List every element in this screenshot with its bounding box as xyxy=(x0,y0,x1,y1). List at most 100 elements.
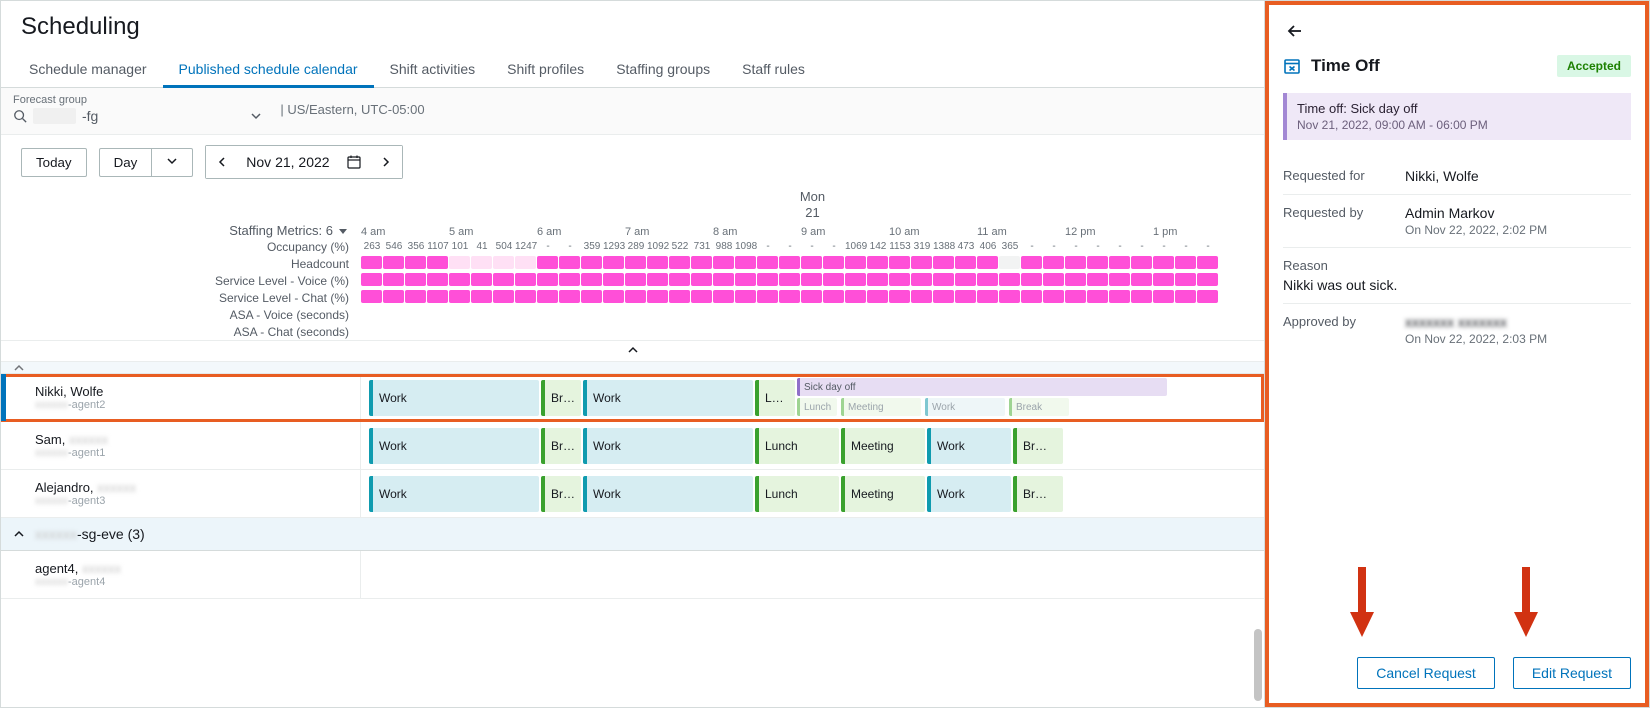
shift-work[interactable]: Work xyxy=(583,428,753,464)
tabs: Schedule manager Published schedule cale… xyxy=(1,49,1264,88)
agent-track[interactable]: Work Br… Work Lunch Meeting Work Br… xyxy=(361,422,1264,469)
agent-track[interactable] xyxy=(361,551,1264,598)
agent-row-sam[interactable]: Sam, xxxxxx xxxxxx-agent1 Work Br… Work … xyxy=(1,422,1264,470)
shift-work[interactable]: Work xyxy=(927,428,1011,464)
today-button[interactable]: Today xyxy=(21,148,87,177)
tab-staffing-groups[interactable]: Staffing groups xyxy=(600,49,726,87)
tab-shift-activities[interactable]: Shift activities xyxy=(374,49,492,87)
collapse-metrics[interactable] xyxy=(1,340,1264,362)
agent-track[interactable]: Work Br… Work Lunch Meeting Work Br… xyxy=(361,470,1264,517)
page-title: Scheduling xyxy=(21,13,1244,41)
timezone-text: | US/Eastern, UTC-05:00 xyxy=(280,102,424,117)
approved-by-meta: On Nov 22, 2022, 2:03 PM xyxy=(1405,332,1631,346)
requested-by-label: Requested by xyxy=(1283,205,1393,237)
shift-lunch[interactable]: Lunch xyxy=(755,476,839,512)
shift-lunch[interactable]: L… xyxy=(755,380,795,416)
overlay-break: Break xyxy=(1009,398,1069,416)
shift-work[interactable]: Work xyxy=(583,476,753,512)
approved-by-label: Approved by xyxy=(1283,314,1393,346)
view-select[interactable]: Day xyxy=(99,148,153,177)
agent-row-nikki[interactable]: Nikki, Wolfe xxxxxx-agent2 Work Br… Work… xyxy=(1,374,1264,422)
requested-by-meta: On Nov 22, 2022, 2:02 PM xyxy=(1405,223,1631,237)
agent-login: xxxxxx-agent2 xyxy=(35,399,348,411)
agent-row-agent4[interactable]: agent4, xxxxxx xxxxxx-agent4 xyxy=(1,551,1264,599)
requested-by-value: Admin Markov xyxy=(1405,205,1631,221)
shift-work[interactable]: Work xyxy=(369,476,539,512)
view-select-caret[interactable] xyxy=(152,148,193,177)
tab-staff-rules[interactable]: Staff rules xyxy=(726,49,821,87)
tab-published-calendar[interactable]: Published schedule calendar xyxy=(163,49,374,87)
shift-meeting[interactable]: Meeting xyxy=(841,476,925,512)
reason-label: Reason xyxy=(1283,258,1631,273)
calendar-icon xyxy=(346,154,362,170)
shift-break[interactable]: Br… xyxy=(1013,428,1063,464)
arrow-left-icon xyxy=(1285,21,1305,41)
sl-voice-heatmap xyxy=(361,273,1264,288)
agent-name: Sam, xxxxxx xyxy=(35,432,348,447)
shift-work[interactable]: Work xyxy=(583,380,753,416)
chevron-left-icon xyxy=(216,156,228,168)
staffing-group-row[interactable] xyxy=(1,362,1264,374)
agent-login: xxxxxx-agent3 xyxy=(35,495,348,507)
occupancy-values: 2635463561107101415041247--3591293289109… xyxy=(361,241,1264,252)
metric-asa-voice: ASA - Voice (seconds) xyxy=(1,308,361,322)
agent-track[interactable]: Work Br… Work L… Sick day off Lunch Meet… xyxy=(361,374,1264,421)
time-axis: 4 am5 am6 am7 am8 am9 am10 am11 am12 pm1… xyxy=(361,220,1264,238)
metric-sl-chat: Service Level - Chat (%) xyxy=(1,291,361,305)
metric-headcount: Headcount xyxy=(1,257,361,271)
agent-row-alejandro[interactable]: Alejandro, xxxxxx xxxxxx-agent3 Work Br…… xyxy=(1,470,1264,518)
forecast-group-select[interactable]: xxxxx-fg xyxy=(13,108,262,124)
tab-schedule-manager[interactable]: Schedule manager xyxy=(13,49,163,87)
caret-down-icon xyxy=(337,225,349,237)
chevron-down-icon xyxy=(166,155,178,167)
cancel-request-button[interactable]: Cancel Request xyxy=(1357,657,1495,689)
reason-value: Nikki was out sick. xyxy=(1283,277,1631,293)
date-picker[interactable]: Nov 21, 2022 xyxy=(205,145,402,179)
shift-work[interactable]: Work xyxy=(369,380,539,416)
headcount-heatmap xyxy=(361,256,1264,271)
chevron-up-icon xyxy=(13,362,25,374)
shift-meeting[interactable]: Meeting xyxy=(841,428,925,464)
staffing-metrics-toggle[interactable]: Staffing Metrics: 6 xyxy=(229,223,349,238)
edit-request-button[interactable]: Edit Request xyxy=(1513,657,1631,689)
agent-name: Alejandro, xxxxxx xyxy=(35,480,348,495)
overlay-work: Work xyxy=(925,398,1005,416)
date-text: Nov 21, 2022 xyxy=(238,154,337,170)
scrollbar-thumb[interactable] xyxy=(1254,629,1262,701)
chevron-up-icon xyxy=(627,344,639,356)
shift-work[interactable]: Work xyxy=(927,476,1011,512)
shift-break[interactable]: Br… xyxy=(541,428,581,464)
panel-title: Time Off xyxy=(1311,56,1380,76)
asa-voice-heatmap xyxy=(361,307,1264,322)
tab-shift-profiles[interactable]: Shift profiles xyxy=(491,49,600,87)
time-off-summary: Time off: Sick day off Nov 21, 2022, 09:… xyxy=(1283,93,1631,140)
shift-break[interactable]: Br… xyxy=(1013,476,1063,512)
shift-break[interactable]: Br… xyxy=(541,380,581,416)
forecast-group-label: Forecast group xyxy=(13,94,262,106)
search-icon xyxy=(13,109,27,123)
overlay-meeting: Meeting xyxy=(841,398,921,416)
agent-name: agent4, xxxxxx xyxy=(35,561,348,576)
group-name: xxxxxx-sg-eve (3) xyxy=(35,526,145,542)
metric-asa-chat: ASA - Chat (seconds) xyxy=(1,325,361,339)
shift-break[interactable]: Br… xyxy=(541,476,581,512)
chevron-up-icon xyxy=(13,528,25,540)
requested-for-value: Nikki, Wolfe xyxy=(1405,168,1631,184)
time-off-panel: Time Off Accepted Time off: Sick day off… xyxy=(1265,1,1649,707)
overlay-sick[interactable]: Sick day off xyxy=(797,378,1167,396)
agent-login: xxxxxx-agent1 xyxy=(35,447,348,459)
shift-lunch[interactable]: Lunch xyxy=(755,428,839,464)
asa-chat-heatmap xyxy=(361,324,1264,339)
shift-work[interactable]: Work xyxy=(369,428,539,464)
calendar-x-icon xyxy=(1283,57,1301,75)
approved-by-value: xxxxxxx xxxxxxx xyxy=(1405,314,1631,330)
next-day-button[interactable] xyxy=(370,146,402,178)
chevron-down-icon xyxy=(250,110,262,122)
back-button[interactable] xyxy=(1283,19,1307,43)
sl-chat-heatmap xyxy=(361,290,1264,305)
agent-login: xxxxxx-agent4 xyxy=(35,576,348,588)
metric-sl-voice: Service Level - Voice (%) xyxy=(1,274,361,288)
agent-name: Nikki, Wolfe xyxy=(35,384,348,399)
prev-day-button[interactable] xyxy=(206,146,238,178)
staffing-group-row[interactable]: xxxxxx-sg-eve (3) xyxy=(1,518,1264,551)
